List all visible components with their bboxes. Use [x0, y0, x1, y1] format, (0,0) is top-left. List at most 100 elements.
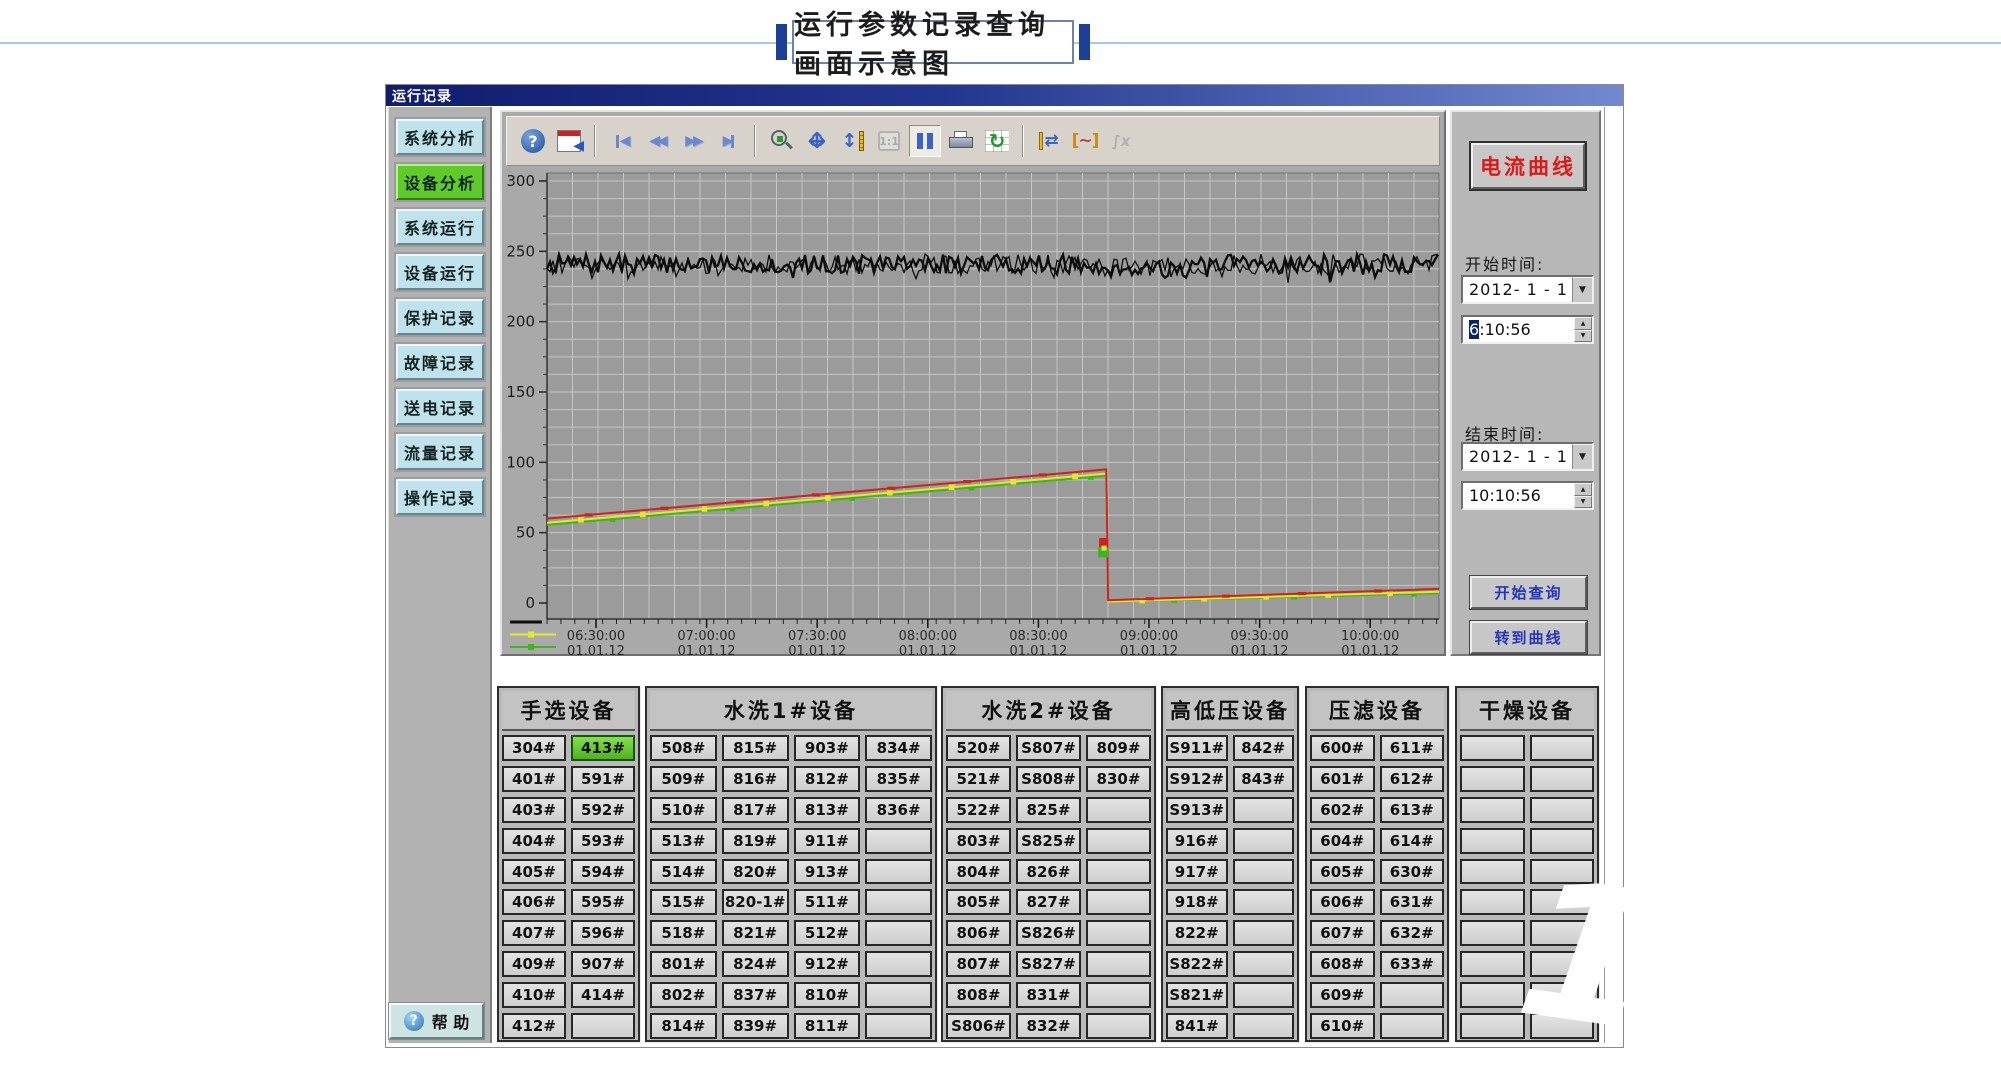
device-S912[interactable]: S912# — [1166, 766, 1228, 792]
device-824[interactable]: 824# — [722, 951, 789, 977]
export-grid-icon[interactable]: ↻ — [981, 125, 1013, 157]
device-839[interactable]: 839# — [722, 1013, 789, 1039]
start-time-spinner[interactable]: 6:10:56 ▲▼ — [1461, 315, 1594, 344]
device-813[interactable]: 813# — [794, 797, 861, 823]
device-605[interactable]: 605# — [1310, 859, 1375, 885]
device-S911[interactable]: S911# — [1166, 735, 1228, 761]
end-time-spinner[interactable]: 10:10:56 ▲▼ — [1461, 481, 1594, 510]
sidebar-item-5[interactable]: 保护记录 — [396, 299, 484, 335]
vertical-scale-icon[interactable]: ↕ — [837, 125, 869, 157]
device-610[interactable]: 610# — [1310, 1013, 1375, 1039]
device-410[interactable]: 410# — [502, 982, 566, 1008]
end-date-picker[interactable]: 2012- 1 - 1 ▼ — [1461, 442, 1594, 471]
device-806[interactable]: 806# — [946, 920, 1011, 946]
device-509[interactable]: 509# — [650, 766, 717, 792]
device-633[interactable]: 633# — [1380, 951, 1445, 977]
device-816[interactable]: 816# — [722, 766, 789, 792]
device-508[interactable]: 508# — [650, 735, 717, 761]
device-S827[interactable]: S827# — [1016, 951, 1081, 977]
sidebar-item-6[interactable]: 故障记录 — [396, 344, 484, 380]
device-805[interactable]: 805# — [946, 889, 1011, 915]
device-810[interactable]: 810# — [794, 982, 861, 1008]
pan-icon[interactable]: ↔↕ — [801, 125, 833, 157]
sidebar-item-2[interactable]: 设备分析 — [396, 164, 484, 200]
device-819[interactable]: 819# — [722, 828, 789, 854]
device-604[interactable]: 604# — [1310, 828, 1375, 854]
device-822[interactable]: 822# — [1166, 920, 1228, 946]
zoom-icon[interactable] — [765, 125, 797, 157]
device-513[interactable]: 513# — [650, 828, 717, 854]
device-832[interactable]: 832# — [1016, 1013, 1081, 1039]
window-titlebar[interactable]: 运行记录 — [386, 85, 1623, 106]
sidebar-item-8[interactable]: 流量记录 — [396, 434, 484, 470]
device-803[interactable]: 803# — [946, 828, 1011, 854]
device-607[interactable]: 607# — [1310, 920, 1375, 946]
device-403[interactable]: 403# — [502, 797, 566, 823]
help-button[interactable]: ? 帮 助 — [389, 1003, 484, 1039]
device-820-1[interactable]: 820-1# — [722, 889, 789, 915]
device-595[interactable]: 595# — [571, 889, 635, 915]
device-841[interactable]: 841# — [1166, 1013, 1228, 1039]
device-518[interactable]: 518# — [650, 920, 717, 946]
device-596[interactable]: 596# — [571, 920, 635, 946]
device-S821[interactable]: S821# — [1166, 982, 1228, 1008]
device-827[interactable]: 827# — [1016, 889, 1081, 915]
device-412[interactable]: 412# — [502, 1013, 566, 1039]
device-S806[interactable]: S806# — [946, 1013, 1011, 1039]
device-631[interactable]: 631# — [1380, 889, 1445, 915]
device-809[interactable]: 809# — [1086, 735, 1151, 761]
device-S913[interactable]: S913# — [1166, 797, 1228, 823]
device-520[interactable]: 520# — [946, 735, 1011, 761]
device-S807[interactable]: S807# — [1016, 735, 1081, 761]
device-406[interactable]: 406# — [502, 889, 566, 915]
trend-chart[interactable]: 30025020015010050006:30:0001.01.1207:00:… — [502, 169, 1448, 656]
device-594[interactable]: 594# — [571, 859, 635, 885]
device-600[interactable]: 600# — [1310, 735, 1375, 761]
sidebar-item-7[interactable]: 送电记录 — [396, 389, 484, 425]
device-304[interactable]: 304# — [502, 735, 566, 761]
sidebar-item-4[interactable]: 设备运行 — [396, 254, 484, 290]
device-S808[interactable]: S808# — [1016, 766, 1081, 792]
device-837[interactable]: 837# — [722, 982, 789, 1008]
device-522[interactable]: 522# — [946, 797, 1011, 823]
device-835[interactable]: 835# — [865, 766, 932, 792]
device-820[interactable]: 820# — [722, 859, 789, 885]
device-404[interactable]: 404# — [502, 828, 566, 854]
nav-last-icon[interactable]: ▶ — [713, 125, 745, 157]
pause-icon[interactable] — [909, 125, 941, 157]
goto-curve-button[interactable]: 转到曲线 — [1470, 621, 1587, 654]
device-614[interactable]: 614# — [1380, 828, 1445, 854]
device-814[interactable]: 814# — [650, 1013, 717, 1039]
nav-prev-icon[interactable]: ◀◀ — [641, 125, 673, 157]
nav-first-icon[interactable]: ◀ — [605, 125, 637, 157]
device-825[interactable]: 825# — [1016, 797, 1081, 823]
end-time-up-button[interactable]: ▲ — [1574, 483, 1592, 496]
curve-type-button[interactable]: 电流曲线 — [1471, 143, 1585, 189]
start-date-picker[interactable]: 2012- 1 - 1 ▼ — [1461, 275, 1594, 304]
swap-axis-icon[interactable]: ⇄ — [1033, 125, 1065, 157]
device-912[interactable]: 912# — [794, 951, 861, 977]
device-808[interactable]: 808# — [946, 982, 1011, 1008]
device-913[interactable]: 913# — [794, 859, 861, 885]
device-802[interactable]: 802# — [650, 982, 717, 1008]
device-804[interactable]: 804# — [946, 859, 1011, 885]
device-836[interactable]: 836# — [865, 797, 932, 823]
device-911[interactable]: 911# — [794, 828, 861, 854]
device-903[interactable]: 903# — [794, 735, 861, 761]
device-826[interactable]: 826# — [1016, 859, 1081, 885]
device-S826[interactable]: S826# — [1016, 920, 1081, 946]
device-510[interactable]: 510# — [650, 797, 717, 823]
device-916[interactable]: 916# — [1166, 828, 1228, 854]
sidebar-item-9[interactable]: 操作记录 — [396, 479, 484, 515]
device-611[interactable]: 611# — [1380, 735, 1445, 761]
end-date-dropdown-button[interactable]: ▼ — [1572, 444, 1592, 469]
device-413[interactable]: 413# — [571, 735, 635, 761]
device-801[interactable]: 801# — [650, 951, 717, 977]
device-405[interactable]: 405# — [502, 859, 566, 885]
device-812[interactable]: 812# — [794, 766, 861, 792]
device-S822[interactable]: S822# — [1166, 951, 1228, 977]
device-917[interactable]: 917# — [1166, 859, 1228, 885]
device-521[interactable]: 521# — [946, 766, 1011, 792]
device-630[interactable]: 630# — [1380, 859, 1445, 885]
report-form-icon[interactable]: ◀ — [553, 125, 585, 157]
